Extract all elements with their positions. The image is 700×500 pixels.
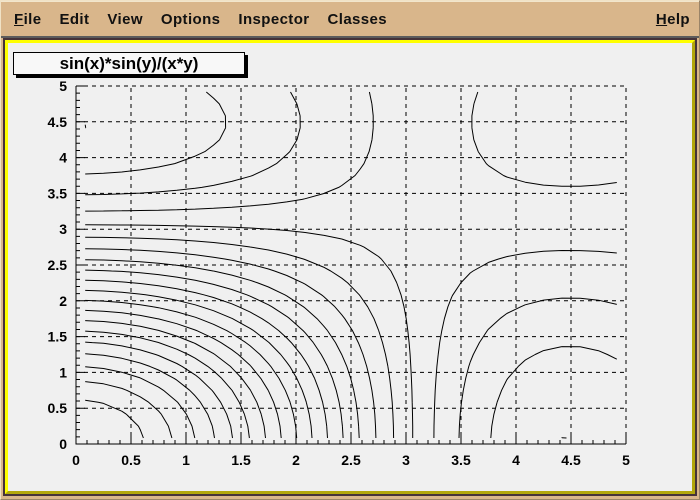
menu-options[interactable]: Options [152,9,229,30]
x-axis-label: 0 [72,452,80,468]
y-axis-label: 1 [59,364,67,380]
menu-bar: File Edit View Options Inspector Classes… [1,1,699,38]
y-axis-label: 3 [59,221,67,237]
plot-title-box[interactable]: sin(x)*sin(y)/(x*y) [13,52,245,75]
x-axis-label: 2 [292,452,300,468]
x-axis-label: 4 [512,452,520,468]
y-axis-label: 3.5 [48,185,68,201]
menu-view[interactable]: View [98,9,152,30]
root-canvas-window: File Edit View Options Inspector Classes… [0,0,700,500]
plot-title-text: sin(x)*sin(y)/(x*y) [60,54,199,73]
y-axis-label: 0.5 [48,400,68,416]
y-axis-label: 5 [59,78,67,94]
canvas-frame: sin(x)*sin(y)/(x*y) 0 0.5 1 1.5 2 2.5 3 3.5 4 4.5… [3,38,697,496]
x-axis-label: 5 [622,452,630,468]
y-axis-label: 0 [59,436,67,452]
canvas-area[interactable]: sin(x)*sin(y)/(x*y) 0 0.5 1 1.5 2 2.5 3 3.5 4 4.5… [5,40,695,494]
x-axis-label: 1.5 [231,452,251,468]
grid-lines [76,86,626,444]
menu-inspector[interactable]: Inspector [229,9,318,30]
x-axis-label: 1 [182,452,190,468]
x-axis-label: 3.5 [451,452,471,468]
contour-plot[interactable]: 0 0.5 1 1.5 2 2.5 3 3.5 4 4.5 5 0 0.5 1 1.5 2 2.5 3 3.5 4 4.… [8,43,694,493]
y-axis-label: 1.5 [48,329,68,345]
x-axis-label: 2.5 [341,452,361,468]
y-axis-label: 4 [59,150,67,166]
menu-classes[interactable]: Classes [319,9,397,30]
y-axis-label: 2 [59,293,67,309]
menu-help[interactable]: Help [647,9,699,30]
y-axis-label: 2.5 [48,257,68,273]
menu-edit[interactable]: Edit [50,9,98,30]
x-axis-label: 4.5 [561,452,581,468]
y-axis-label: 4.5 [48,114,68,130]
x-axis-label: 3 [402,452,410,468]
menu-file[interactable]: File [5,9,50,30]
x-axis-label: 0.5 [121,452,141,468]
